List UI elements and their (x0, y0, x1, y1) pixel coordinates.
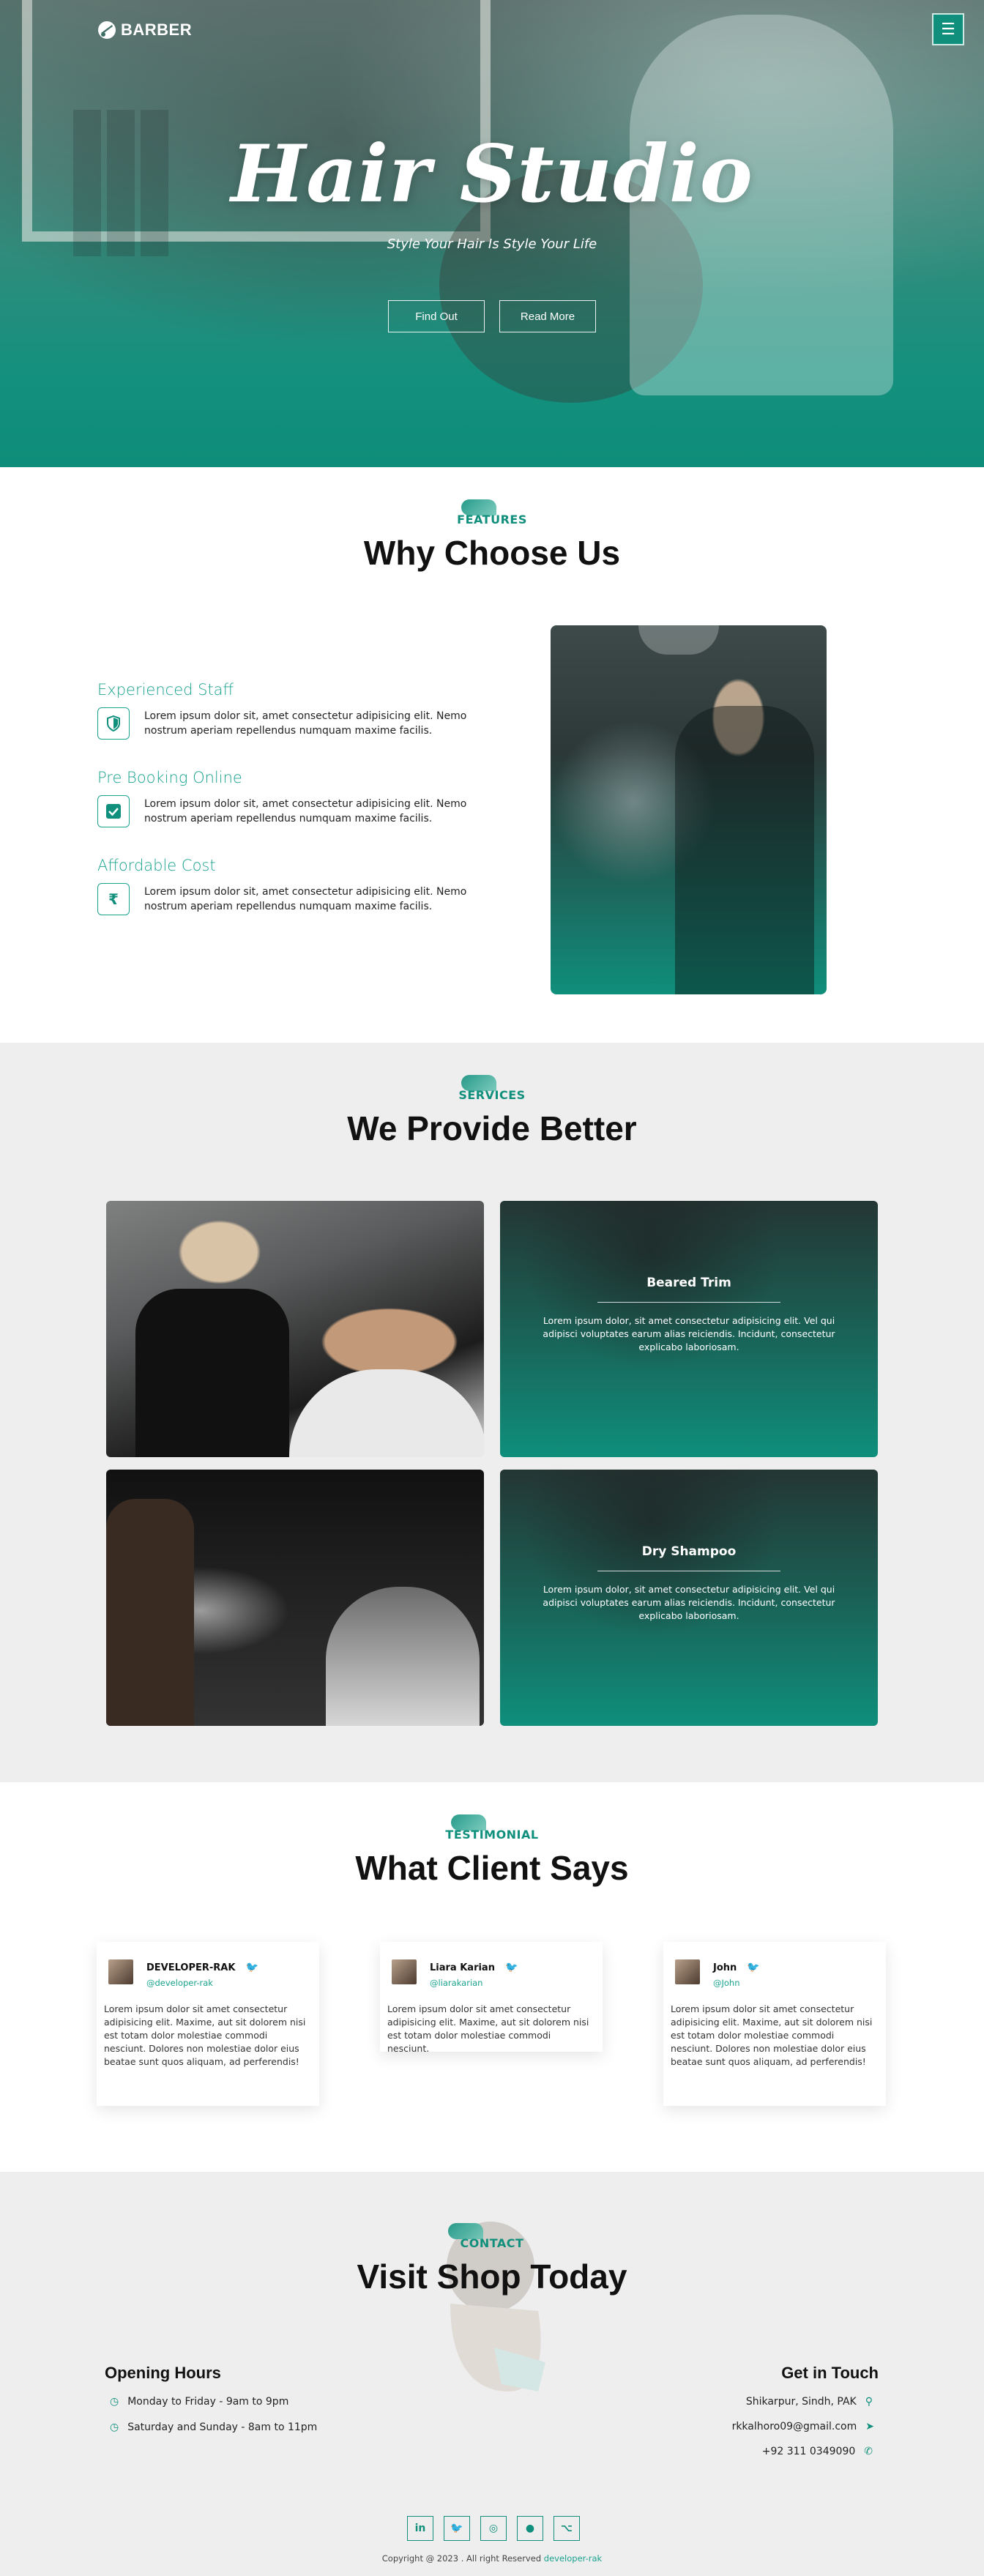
feature-item: Affordable Cost ₹ Lorem ipsum dolor sit,… (97, 857, 507, 915)
client-name: Liara Karian (430, 1962, 495, 1973)
service-text: Lorem ipsum dolor, sit amet consectetur … (543, 1584, 835, 1621)
client-handle[interactable]: @developer-rak (146, 1978, 258, 1988)
address-text: Shikarpur, Sindh, PAK (745, 2396, 857, 2408)
service-title: Dry Shampoo (641, 1544, 737, 1559)
clock-icon: ◷ (110, 2421, 119, 2433)
hamburger-icon: ☰ (941, 20, 955, 39)
phone-icon: ✆ (864, 2446, 873, 2457)
instagram-icon[interactable]: ◎ (480, 2516, 507, 2541)
testimonial-tag: TESTIMONIAL (445, 1828, 539, 1842)
hours-text: Monday to Friday - 9am to 9pm (127, 2396, 289, 2408)
client-figure (326, 1587, 480, 1726)
features-tag: FEATURES (457, 513, 527, 526)
testimonial-card: John 🐦 @John Lorem ipsum dolor sit amet c… (663, 1942, 886, 2106)
services-tag: SERVICES (458, 1088, 526, 1102)
services-title: We Provide Better (347, 1109, 637, 1147)
location-pin-icon: ⚲ (865, 2396, 873, 2408)
feature-item: Experienced Staff Lorem ipsum dolor sit,… (97, 681, 507, 740)
twitter-icon[interactable]: 🐦 (505, 1962, 518, 1973)
brand-logo[interactable]: BARBER (97, 21, 192, 40)
client-name: DEVELOPER-RAK (146, 1962, 236, 1973)
stylist-figure (135, 1289, 289, 1457)
email-text[interactable]: rkkalhoro09@gmail.com (732, 2421, 857, 2432)
author-link[interactable]: developer-rak (544, 2553, 602, 2564)
testimonial-section: TESTIMONIAL What Client Says DEVELOPER-R… (0, 1782, 984, 2172)
hours-text: Saturday and Sunday - 8am to 11pm (127, 2421, 318, 2433)
service-card-dry-shampoo[interactable]: Dry Shampoo Lorem ipsum dolor, sit amet … (500, 1470, 878, 1726)
haircut-photo (106, 1201, 484, 1457)
client-cape (289, 1369, 484, 1457)
service-text: Lorem ipsum dolor, sit amet consectetur … (543, 1315, 835, 1352)
brand-name: BARBER (121, 21, 193, 39)
features-title: Why Choose Us (363, 534, 621, 572)
check-box-icon (97, 795, 130, 827)
avatar (392, 1959, 417, 1984)
feature-title: Pre Booking Online (97, 769, 242, 786)
social-links: in 🐦 ◎ ● ⌥ (407, 2516, 580, 2541)
hours-row: ◷ Saturday and Sunday - 8am to 11pm (110, 2421, 317, 2433)
scissors-logo-icon (98, 21, 116, 39)
feature-title: Experienced Staff (97, 681, 234, 699)
address-row: Shikarpur, Sindh, PAK ⚲ (746, 2396, 873, 2408)
feature-item: Pre Booking Online Lorem ipsum dolor sit… (97, 769, 507, 827)
find-out-button[interactable]: Find Out (388, 300, 485, 332)
copyright: Copyright @ 2023 . All right Reserved de… (0, 2553, 984, 2564)
blog-icon[interactable]: ● (517, 2516, 543, 2541)
hair-spray-photo (106, 1470, 484, 1726)
testimonial-card: DEVELOPER-RAK 🐦 @developer-rak Lorem ipsu… (97, 1942, 319, 2106)
phone-row[interactable]: +92 311 0349090 ✆ (762, 2446, 873, 2457)
testimonial-text: Lorem ipsum dolor sit amet consectetur a… (671, 2003, 873, 2067)
client-handle[interactable]: @John (713, 1978, 760, 1988)
lamp-decoration (638, 625, 719, 655)
testimonial-title: What Client Says (355, 1849, 629, 1887)
opening-hours-title: Opening Hours (105, 2364, 221, 2382)
service-card-beard-trim[interactable]: Beared Trim Lorem ipsum dolor, sit amet … (500, 1201, 878, 1457)
get-in-touch-title: Get in Touch (781, 2364, 879, 2382)
feature-text: Lorem ipsum dolor sit, amet consectetur … (144, 886, 467, 912)
paper-plane-icon: ➤ (865, 2421, 874, 2432)
hero-subtitle: Style Your Hair Is Style Your Life (387, 237, 597, 252)
service-title: Beared Trim (646, 1276, 731, 1290)
feature-title: Affordable Cost (97, 857, 216, 874)
rupee-icon: ₹ (97, 883, 130, 915)
phone-text[interactable]: +92 311 0349090 (762, 2446, 856, 2457)
client-handle[interactable]: @liarakarian (430, 1978, 518, 1988)
features-section: FEATURES Why Choose Us Experienced Staff… (0, 467, 984, 1043)
testimonial-text: Lorem ipsum dolor sit amet consectetur a… (104, 2003, 306, 2067)
hamburger-menu-button[interactable]: ☰ (932, 13, 964, 45)
hours-row: ◷ Monday to Friday - 9am to 9pm (110, 2396, 288, 2408)
read-more-button[interactable]: Read More (499, 300, 596, 332)
avatar (675, 1959, 700, 1984)
contact-title: Visit Shop Today (357, 2257, 627, 2296)
clock-icon: ◷ (110, 2396, 119, 2408)
shield-icon (97, 707, 130, 740)
hero-title: Hair Studio (231, 128, 753, 220)
copyright-text: Copyright @ 2023 . All right Reserved (381, 2553, 542, 2564)
contact-section: CONTACT Visit Shop Today Opening Hours ◷… (0, 2172, 984, 2576)
hero-section: BARBER ☰ Hair Studio Style Your Hair Is … (0, 0, 984, 467)
email-row[interactable]: rkkalhoro09@gmail.com ➤ (732, 2421, 874, 2432)
client-name: John (713, 1962, 737, 1973)
barber-figure (675, 706, 814, 994)
feature-text: Lorem ipsum dolor sit, amet consectetur … (144, 798, 467, 824)
twitter-icon[interactable]: 🐦 (444, 2516, 470, 2541)
linkedin-icon[interactable]: in (407, 2516, 433, 2541)
twitter-icon[interactable]: 🐦 (747, 1962, 759, 1973)
barber-at-work-image (551, 625, 827, 994)
avatar (108, 1959, 133, 1984)
twitter-icon[interactable]: 🐦 (245, 1962, 258, 1973)
services-section: SERVICES We Provide Better Beared Trim L… (0, 1043, 984, 1782)
contact-tag: CONTACT (460, 2236, 524, 2250)
feature-text: Lorem ipsum dolor sit, amet consectetur … (144, 710, 467, 737)
github-icon[interactable]: ⌥ (554, 2516, 580, 2541)
divider (597, 1302, 780, 1303)
testimonial-card: Liara Karian 🐦 @liarakarian Lorem ipsum d… (380, 1942, 603, 2054)
testimonial-text: Lorem ipsum dolor sit amet consectetur a… (387, 2003, 589, 2054)
barber-figure (106, 1499, 194, 1726)
